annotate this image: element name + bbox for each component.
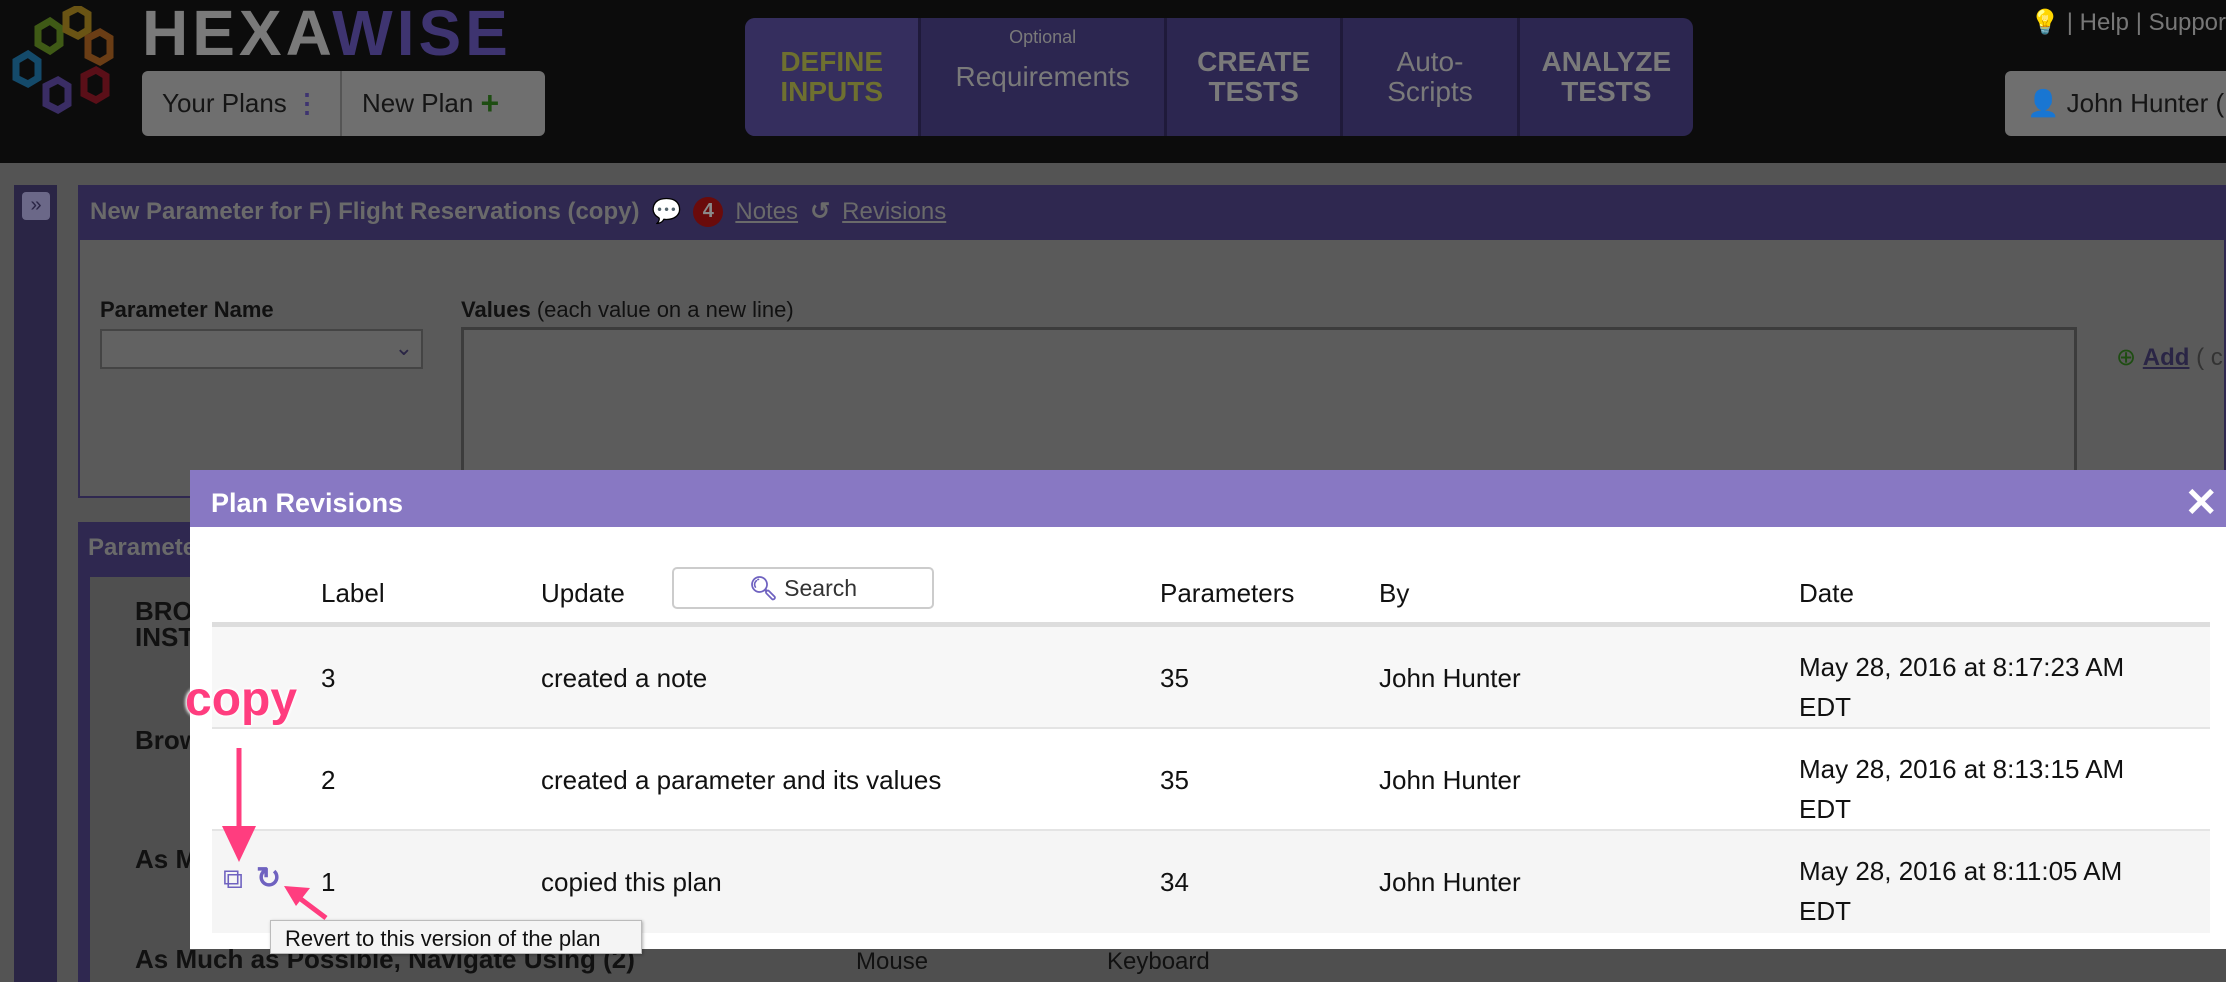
copy-annotation: copy	[185, 673, 298, 726]
search-button[interactable]: 🔍︎ Search	[672, 567, 934, 609]
notes-count-badge: 4	[693, 196, 724, 227]
search-icon: 🔍︎	[748, 574, 779, 601]
workflow-nav: DEFINE INPUTS Optional Requirements CREATE…	[745, 18, 1693, 136]
revisions-icon: ↺	[810, 198, 831, 225]
parameters-title: Paramete	[88, 534, 197, 561]
panel-title: New Parameter for F) Flight Reservations…	[90, 197, 640, 225]
plan-revisions-dialog: Plan Revisions ✕ Label Update 🔍︎ Search Pa…	[190, 470, 2226, 949]
panel-header: New Parameter for F) Flight Reservations…	[78, 185, 2226, 238]
revisions-link[interactable]: Revisions	[842, 198, 946, 226]
support-link[interactable]: Suppor	[2149, 9, 2226, 36]
add-button[interactable]: ⊕ Add ( c	[2116, 343, 2223, 372]
step-requirements[interactable]: Optional Requirements	[921, 18, 1167, 136]
your-plans-button[interactable]: Your Plans ⋮	[142, 71, 340, 136]
new-plan-button[interactable]: New Plan +	[340, 71, 519, 136]
step-create-tests[interactable]: CREATE TESTS	[1167, 18, 1344, 136]
help-link[interactable]: Help	[2080, 9, 2129, 36]
column-update[interactable]: Update	[541, 578, 625, 609]
dialog-title: Plan Revisions	[211, 488, 404, 518]
revert-icon[interactable]: ↻	[256, 861, 281, 896]
param-row: BRO INST	[135, 596, 195, 652]
sidebar	[14, 185, 57, 982]
notes-link[interactable]: Notes	[735, 198, 798, 226]
plus-icon: +	[480, 85, 500, 121]
close-icon[interactable]: ✕	[2184, 480, 2218, 526]
user-menu-button[interactable]: 👤 John Hunter (	[2005, 71, 2226, 136]
expand-sidebar-icon[interactable]: »	[22, 192, 50, 220]
help-links: 💡 | Help | Suppor	[2030, 9, 2226, 36]
mouse-value: Mouse	[856, 948, 929, 975]
chevron-down-icon: ⌄	[394, 335, 413, 360]
menu-dots-icon: ⋮	[294, 88, 321, 118]
keyboard-value: Keyboard	[1107, 948, 1210, 975]
revision-row: 3 created a note 35 John Hunter May 28, 201…	[212, 627, 2210, 729]
parameter-name-label: Parameter Name	[100, 297, 274, 322]
notes-icon: 💬	[651, 198, 682, 225]
plus-circle-icon: ⊕	[2116, 344, 2137, 371]
dialog-header: Plan Revisions ✕	[190, 470, 2226, 527]
column-label[interactable]: Label	[321, 578, 385, 609]
brand-name: HEXAWISE	[142, 0, 512, 69]
parameter-name-select[interactable]: ⌄	[100, 329, 423, 369]
step-define-inputs[interactable]: DEFINE INPUTS	[745, 18, 922, 136]
revision-row: ⧉ ↻ 1 copied this plan 34 John Hunter May 2…	[212, 831, 2210, 933]
revert-tooltip: Revert to this version of the plan	[270, 920, 642, 954]
user-icon: 👤	[2027, 88, 2060, 118]
values-label: Values (each value on a new line)	[461, 297, 794, 322]
column-parameters[interactable]: Parameters	[1160, 578, 1294, 609]
param-row: As M	[135, 844, 198, 874]
step-auto-scripts[interactable]: Auto- Scripts	[1343, 18, 1520, 136]
lightbulb-icon[interactable]: 💡	[2030, 9, 2060, 36]
plans-button-group: Your Plans ⋮ New Plan +	[142, 71, 545, 136]
revision-row: 2 created a parameter and its values 35 Joh…	[212, 729, 2210, 831]
column-by[interactable]: By	[1379, 578, 1409, 609]
copy-icon[interactable]: ⧉	[223, 863, 243, 896]
step-analyze-tests[interactable]: ANALYZE TESTS	[1520, 18, 1693, 136]
column-date[interactable]: Date	[1799, 578, 1854, 609]
hexawise-logo	[12, 6, 114, 114]
